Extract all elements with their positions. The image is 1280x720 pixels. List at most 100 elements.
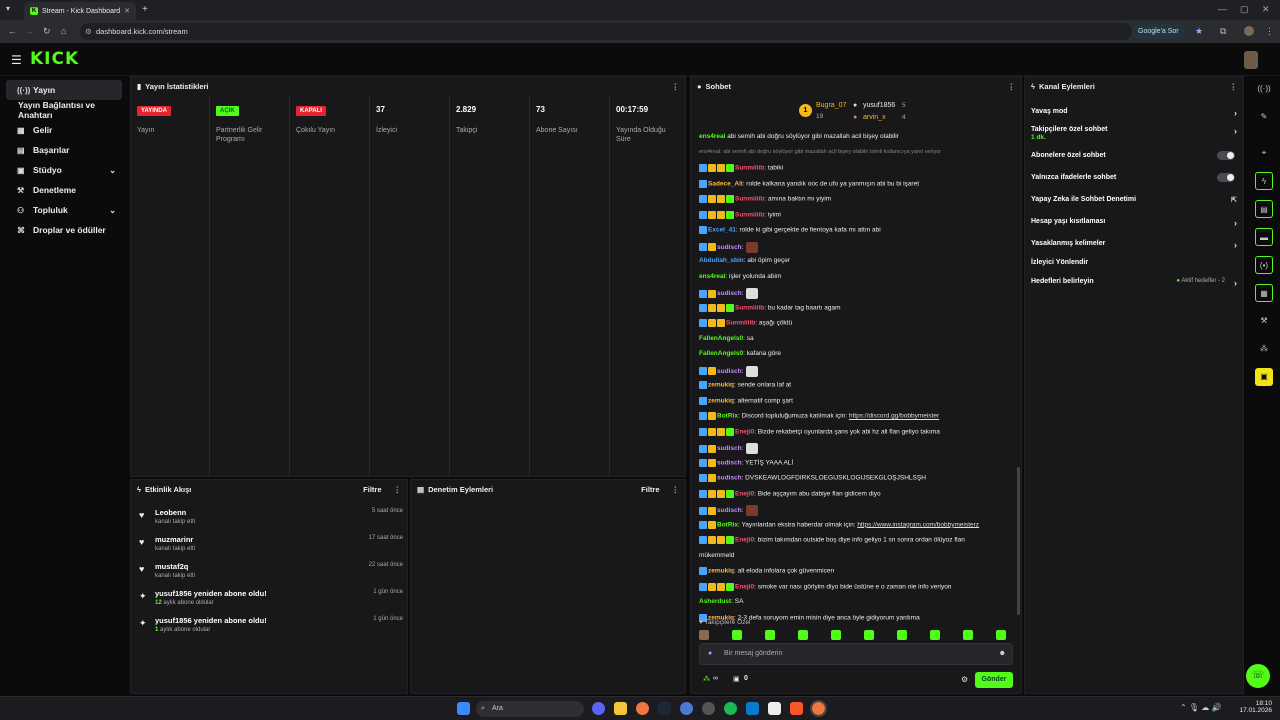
profile-avatar-icon[interactable] (1244, 26, 1254, 36)
chat-username[interactable]: Eneji0 (735, 490, 754, 497)
tray-icons[interactable]: ⌃ 🎙 ☁ 🔊 (1180, 703, 1222, 712)
chat-username[interactable]: sudisch (717, 290, 742, 297)
action-followers-only[interactable]: Takipçilere özel sohbet 1 dk. › (1031, 126, 1237, 141)
list-item[interactable]: ✦ yusuf1856 yeniden abone oldu! 1 aylık ab… (139, 616, 403, 640)
app-icon[interactable] (680, 702, 693, 715)
chevron-right-icon[interactable]: › (1234, 126, 1237, 136)
action-account-age[interactable]: Hesap yaşı kısıtlaması › (1031, 218, 1237, 228)
chat-username[interactable]: Eneji0 (735, 537, 754, 544)
more-options-icon[interactable]: ⋮ (1008, 82, 1016, 91)
chat-emote[interactable] (746, 443, 759, 454)
sidebar-item-gelir[interactable]: ▦ Gelir (6, 120, 122, 140)
steam-icon[interactable] (658, 702, 671, 715)
chat-username[interactable]: Eneji0 (735, 428, 754, 435)
close-tab-icon[interactable]: ✕ (124, 7, 130, 15)
chat-link[interactable]: https://discord.gg/bobbymeister (849, 413, 939, 420)
minimize-icon[interactable]: — (1218, 4, 1227, 14)
action-subscribers-only[interactable]: Abonelere özel sohbet (1031, 151, 1237, 160)
mic-icon[interactable]: ● (708, 644, 712, 664)
clapper-icon[interactable]: ▣ (1255, 368, 1273, 386)
chat-username[interactable]: Sunmiiiib (735, 211, 764, 218)
chat-icon[interactable]: ▬ (1255, 228, 1273, 246)
chat-username[interactable]: Excel_41 (708, 227, 736, 234)
notion-icon[interactable] (768, 702, 781, 715)
chat-username[interactable]: zemukiq (708, 382, 734, 389)
chat-username[interactable]: Sadece_Ali (708, 180, 743, 187)
emote-icon[interactable] (897, 630, 907, 640)
chat-username[interactable]: Sunmiiiib (735, 304, 764, 311)
reload-icon[interactable]: ↻ (43, 26, 51, 37)
list-item[interactable]: ✦ yusuf1856 yeniden abone oldu! 12 aylık a… (139, 589, 403, 613)
chat-username[interactable]: Sunmiiiib (726, 320, 755, 327)
site-info-icon[interactable]: ⚙ (85, 23, 92, 40)
browser-menu-icon[interactable]: ⋮ (1265, 26, 1274, 37)
window-close-icon[interactable]: ✕ (1262, 4, 1270, 15)
chevron-right-icon[interactable]: › (1234, 278, 1237, 288)
emote-icon[interactable] (864, 630, 874, 640)
chat-username[interactable]: zemukiq (708, 397, 734, 404)
action-goals[interactable]: Hedefleri belirleyin ● Aktif hedefler - 2… (1031, 278, 1237, 288)
chat-username[interactable]: sudisch (717, 368, 742, 375)
vscode-icon[interactable] (746, 702, 759, 715)
chat-username[interactable]: BotRix (717, 413, 738, 420)
new-tab-icon[interactable]: + (142, 4, 148, 15)
chat-username[interactable]: FallenAngels0 (699, 335, 743, 342)
chat-username[interactable]: sudisch (717, 459, 742, 466)
list-item[interactable]: ♥ Leobenn kanalı takip etti 5 saat önce (139, 508, 403, 532)
target-icon[interactable]: ⌖ (1255, 144, 1273, 162)
document-icon[interactable]: ▤ (1255, 200, 1273, 218)
chat-username[interactable]: BotRix (717, 521, 738, 528)
emote-icon[interactable] (930, 630, 940, 640)
discord-icon[interactable] (592, 702, 605, 715)
emote-icon[interactable] (732, 630, 742, 640)
chat-username[interactable]: Sunmiiiib (735, 165, 764, 172)
emote-icon[interactable] (831, 630, 841, 640)
emoji-icon[interactable]: ☻ (999, 644, 1006, 664)
emote-icon[interactable] (699, 630, 709, 640)
kick-logo[interactable]: KICK (30, 49, 79, 69)
sidebar-item-topluluk[interactable]: ⚇ Topluluk ⌄ (6, 200, 122, 220)
channel-points-icon[interactable]: ⁂ (703, 675, 710, 683)
bookmark-star-icon[interactable]: ★ (1195, 26, 1203, 37)
google-ask-button[interactable]: Google'a Sor (1132, 24, 1185, 39)
extensions-icon[interactable]: ⧉ (1220, 26, 1226, 37)
send-button[interactable]: Gönder (975, 672, 1013, 688)
chat-username[interactable]: Asherdust (699, 598, 731, 605)
chat-username[interactable]: FallenAngels0 (699, 350, 743, 357)
more-options-icon[interactable]: ⋮ (394, 485, 402, 494)
chrome-icon[interactable] (636, 702, 649, 715)
chat-username[interactable]: ens4real (699, 133, 725, 140)
back-icon[interactable]: ← (8, 26, 17, 36)
chrome-active-icon[interactable] (810, 700, 827, 717)
spotify-icon[interactable] (724, 702, 737, 715)
sidebar-item-denetleme[interactable]: ⚒ Denetleme (6, 180, 122, 200)
chat-username[interactable]: ens4real (699, 273, 725, 280)
action-raid[interactable]: İzleyici Yönlendir (1031, 259, 1237, 266)
chat-emote[interactable] (746, 505, 759, 516)
emote-icon[interactable] (963, 630, 973, 640)
list-item[interactable]: ♥ mustaf2q kanalı takip etti 22 saat önce (139, 562, 403, 586)
action-slow-mode[interactable]: Yavaş mod › (1031, 108, 1237, 118)
browser-tab[interactable]: K Stream - Kick Dashboard ✕ (24, 2, 136, 20)
emote-icon[interactable] (996, 630, 1006, 640)
forward-icon[interactable]: → (25, 26, 34, 36)
toggle-switch[interactable] (1217, 173, 1235, 182)
chat-emote[interactable] (746, 288, 759, 299)
chat-username[interactable]: Sunmiiiib (735, 196, 764, 203)
chevron-down-icon[interactable]: ⌄ (109, 206, 116, 215)
chat-input[interactable]: ● Bir mesaj gönderin ☻ (699, 643, 1013, 665)
action-emotes-only[interactable]: Yalnızca ifadelerle sohbet (1031, 173, 1237, 182)
url-field[interactable]: ⚙ dashboard.kick.com/stream (80, 23, 1132, 40)
gifter-name[interactable]: arvin_x (863, 114, 886, 121)
chat-emote[interactable] (746, 365, 759, 377)
wrench-icon[interactable]: ⚒ (1255, 312, 1273, 330)
sidebar-item-studyo[interactable]: ▣ Stüdyo ⌄ (6, 160, 122, 180)
filter-button[interactable]: Filtre (641, 485, 659, 494)
clock[interactable]: 18:10 17.01.2026 (1238, 700, 1272, 714)
broadcast-icon[interactable]: ((·)) (1255, 80, 1273, 98)
user-avatar[interactable] (1244, 51, 1258, 69)
chat-username[interactable]: Eneji0 (735, 583, 754, 590)
nodes-icon[interactable]: ⁂ (1255, 340, 1273, 358)
radio-icon[interactable]: (•) (1255, 256, 1273, 274)
sidebar-item-droplar[interactable]: ⌘ Droplar ve ödüller (6, 220, 122, 240)
